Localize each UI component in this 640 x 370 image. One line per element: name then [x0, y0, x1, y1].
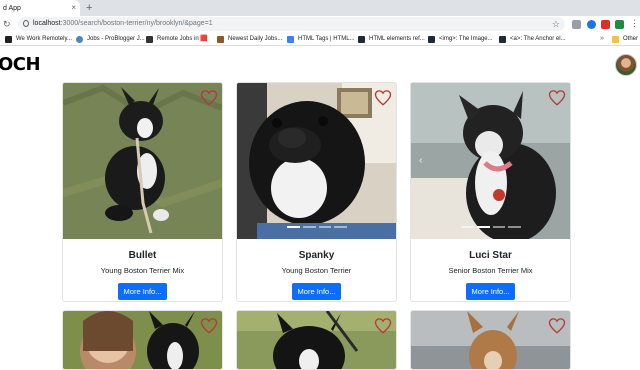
pet-name: Bullet — [128, 250, 157, 261]
bookmark-favicon-icon — [499, 35, 506, 43]
reload-icon[interactable]: ↻ — [3, 18, 11, 30]
pet-card: Bullet Young Boston Terrier Mix More Inf… — [62, 82, 223, 302]
browser-tab[interactable]: d App × — [0, 0, 80, 16]
bookmark-item[interactable]: HTML elements ref... — [358, 34, 425, 44]
carousel-indicators[interactable] — [287, 226, 347, 229]
info-icon[interactable] — [23, 20, 29, 27]
pet-card: ‹ Luci Star Senior Boston Terrier Mix Mo… — [410, 82, 571, 302]
brand-logo[interactable]: OCH — [0, 54, 41, 76]
favorite-heart-icon[interactable] — [374, 89, 392, 107]
pet-card — [236, 310, 397, 370]
pet-photo[interactable] — [237, 83, 396, 239]
pet-name: Spanky — [298, 250, 335, 261]
browser-tab-strip: d App × + — [0, 0, 640, 16]
pet-card — [410, 310, 571, 370]
bookmarks-bar: We Work Remotely... Jobs - ProBlogger J.… — [0, 32, 640, 46]
browser-toolbar: ↻ localhost:3000/search/boston-terrier/n… — [0, 16, 640, 32]
user-avatar[interactable] — [615, 54, 637, 76]
favorite-heart-icon[interactable] — [548, 317, 566, 335]
new-tab-icon[interactable]: + — [86, 1, 92, 15]
extension-red-icon[interactable] — [601, 20, 610, 29]
bookmark-favicon-icon — [428, 35, 435, 43]
carousel-indicator[interactable] — [461, 226, 474, 228]
pet-photo[interactable] — [237, 311, 396, 370]
more-info-button[interactable]: More Info... — [466, 283, 515, 300]
carousel-indicator[interactable] — [334, 226, 347, 228]
other-bookmarks[interactable]: Other b — [612, 34, 640, 44]
bookmark-item[interactable]: HTML Tags | HTML... — [287, 34, 355, 44]
pet-description: Senior Boston Terrier Mix — [448, 266, 533, 275]
bookmark-item[interactable]: Remote Jobs in 🟥 — [146, 34, 208, 44]
bookmark-item[interactable]: <img>: The Image... — [428, 34, 493, 44]
carousel-indicators[interactable] — [461, 226, 521, 229]
bookmark-favicon-icon — [76, 35, 83, 43]
bookmark-favicon-icon — [146, 35, 153, 43]
pet-photo[interactable] — [63, 83, 222, 239]
carousel-indicator[interactable] — [287, 226, 300, 228]
bookmark-item[interactable]: <a>: The Anchor el... — [499, 34, 566, 44]
favorite-heart-icon[interactable] — [200, 89, 218, 107]
carousel-indicator[interactable] — [318, 226, 332, 228]
app-navbar: OCH — [0, 46, 640, 84]
pet-card: Spanky Young Boston Terrier More Info... — [236, 82, 397, 302]
carousel-indicator[interactable] — [492, 226, 506, 228]
bookmark-favicon-icon — [358, 35, 365, 43]
pet-description: Young Boston Terrier — [281, 266, 352, 275]
bookmark-item[interactable]: Jobs - ProBlogger J... — [76, 34, 145, 44]
pet-card — [62, 310, 223, 370]
bookmark-favicon-icon — [287, 35, 294, 43]
favorite-heart-icon[interactable] — [200, 317, 218, 335]
favorite-heart-icon[interactable] — [548, 89, 566, 107]
extension-blue-icon[interactable] — [587, 20, 596, 29]
carousel-indicator[interactable] — [302, 226, 316, 228]
url-text[interactable]: localhost:3000/search/boston-terrier/ny/… — [33, 19, 213, 29]
carousel-indicator[interactable] — [508, 226, 521, 228]
more-info-button[interactable]: More Info... — [292, 283, 341, 300]
more-info-button[interactable]: More Info... — [118, 283, 167, 300]
bookmark-star-icon[interactable]: ☆ — [552, 18, 560, 30]
browser-menu-icon[interactable]: ⋮ — [630, 17, 639, 29]
favorite-heart-icon[interactable] — [374, 317, 392, 335]
bookmarks-overflow-icon[interactable]: » — [600, 35, 604, 42]
folder-icon — [612, 35, 619, 43]
pet-photo[interactable] — [63, 311, 222, 370]
extension-cast-icon[interactable] — [572, 20, 581, 29]
pet-photo[interactable] — [411, 83, 570, 239]
bookmark-item[interactable]: We Work Remotely... — [5, 34, 72, 44]
pet-name: Luci Star — [469, 250, 512, 261]
close-tab-icon[interactable]: × — [71, 3, 76, 13]
carousel-indicator[interactable] — [476, 226, 490, 228]
pet-description: Young Boston Terrier Mix — [100, 266, 185, 275]
bookmark-favicon-icon — [217, 35, 224, 43]
carousel-prev-icon[interactable]: ‹ — [419, 155, 422, 166]
bookmark-item[interactable]: Newest Daily Jobs... — [217, 34, 282, 44]
pet-photo[interactable] — [411, 311, 570, 370]
tab-title: d App — [3, 4, 21, 12]
bookmark-favicon-icon — [5, 35, 12, 43]
extension-green-icon[interactable] — [615, 20, 624, 29]
address-bar[interactable]: localhost:3000/search/boston-terrier/ny/… — [18, 17, 565, 31]
